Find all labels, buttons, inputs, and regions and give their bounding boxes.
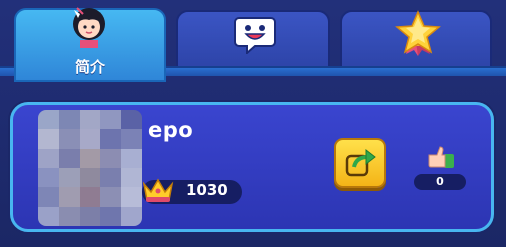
tab-achievements[interactable] [340,10,492,70]
thumbs-up-icon [428,146,454,168]
share-button[interactable] [334,138,386,188]
tab-chat[interactable] [176,10,330,70]
tab-profile[interactable]: 简介 [14,7,166,82]
crown-icon [142,178,174,202]
tab-profile-label: 简介 [74,58,105,76]
girl-avatar-icon [73,7,105,48]
like-count: 0 [436,175,444,188]
share-icon [345,148,376,177]
star-badge-icon [395,10,441,56]
score-value: 1030 [186,181,228,199]
avatar[interactable] [38,110,142,226]
game-panel: 简介 epo 1030 0 [0,0,506,247]
player-name: epo [148,118,194,142]
chat-face-icon [234,17,276,54]
